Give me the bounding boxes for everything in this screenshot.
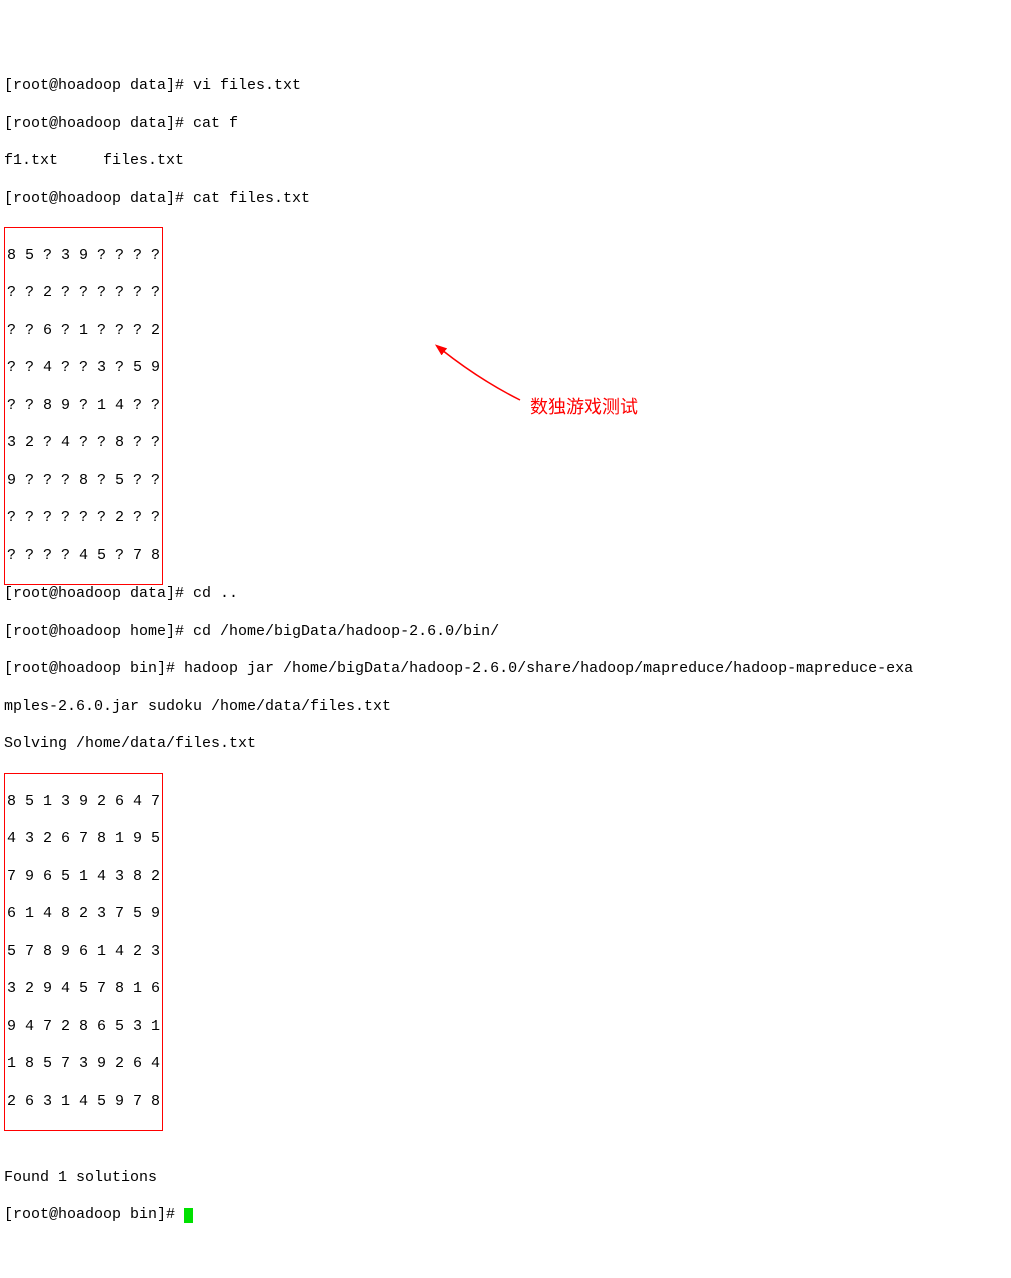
solution-row: 6 1 4 8 2 3 7 5 9	[5, 905, 162, 924]
shell-prompt: [root@hoadoop bin]#	[4, 660, 184, 677]
command-text: cat files.txt	[193, 190, 310, 207]
terminal-line: [root@hoadoop bin]#	[4, 1206, 1007, 1225]
terminal-line: [root@hoadoop data]# cat files.txt	[4, 190, 1007, 209]
command-text: cat f	[193, 115, 238, 132]
solution-row: 8 5 1 3 9 2 6 4 7	[5, 793, 162, 812]
shell-prompt: [root@hoadoop data]#	[4, 190, 193, 207]
shell-prompt: [root@hoadoop home]#	[4, 623, 193, 640]
puzzle-row: ? ? 2 ? ? ? ? ? ?	[5, 284, 162, 303]
solution-grid: 8 5 1 3 9 2 6 4 7 4 3 2 6 7 8 1 9 5 7 9 …	[4, 773, 163, 1131]
solution-row: 5 7 8 9 6 1 4 2 3	[5, 943, 162, 962]
annotation-label: 数独游戏测试	[530, 396, 638, 419]
output-line: Solving /home/data/files.txt	[4, 735, 1007, 754]
terminal-line: [root@hoadoop data]# vi files.txt	[4, 77, 1007, 96]
puzzle-row: ? ? 6 ? 1 ? ? ? 2	[5, 322, 162, 341]
cursor-block[interactable]	[184, 1208, 193, 1223]
command-text: cd ..	[193, 585, 238, 602]
puzzle-row: 8 5 ? 3 9 ? ? ? ?	[5, 247, 162, 266]
command-text: cd /home/bigData/hadoop-2.6.0/bin/	[193, 623, 499, 640]
annotation-arrow	[430, 340, 530, 410]
shell-prompt: [root@hoadoop data]#	[4, 585, 193, 602]
shell-prompt: [root@hoadoop data]#	[4, 77, 193, 94]
puzzle-row: 9 ? ? ? 8 ? 5 ? ?	[5, 472, 162, 491]
terminal-line: [root@hoadoop data]# cd ..	[4, 585, 1007, 604]
terminal-line: [root@hoadoop data]# cat f	[4, 115, 1007, 134]
solution-row: 4 3 2 6 7 8 1 9 5	[5, 830, 162, 849]
solution-row: 2 6 3 1 4 5 9 7 8	[5, 1093, 162, 1112]
terminal-line-wrap: mples-2.6.0.jar sudoku /home/data/files.…	[4, 698, 1007, 717]
puzzle-row: ? ? 8 9 ? 1 4 ? ?	[5, 397, 162, 416]
puzzle-row: ? ? ? ? 4 5 ? 7 8	[5, 547, 162, 566]
solution-row: 9 4 7 2 8 6 5 3 1	[5, 1018, 162, 1037]
solution-row: 3 2 9 4 5 7 8 1 6	[5, 980, 162, 999]
shell-prompt: [root@hoadoop bin]#	[4, 1206, 184, 1223]
puzzle-row: 3 2 ? 4 ? ? 8 ? ?	[5, 434, 162, 453]
command-text: vi files.txt	[193, 77, 301, 94]
puzzle-grid: 8 5 ? 3 9 ? ? ? ? ? ? 2 ? ? ? ? ? ? ? ? …	[4, 227, 163, 585]
output-line: f1.txt files.txt	[4, 152, 1007, 171]
solution-row: 7 9 6 5 1 4 3 8 2	[5, 868, 162, 887]
puzzle-row: ? ? 4 ? ? 3 ? 5 9	[5, 359, 162, 378]
shell-prompt: [root@hoadoop data]#	[4, 115, 193, 132]
terminal-line: [root@hoadoop bin]# hadoop jar /home/big…	[4, 660, 1007, 679]
command-text: hadoop jar /home/bigData/hadoop-2.6.0/sh…	[184, 660, 913, 677]
solution-row: 1 8 5 7 3 9 2 6 4	[5, 1055, 162, 1074]
output-line: Found 1 solutions	[4, 1169, 1007, 1188]
blank-line	[4, 1131, 1007, 1150]
puzzle-row: ? ? ? ? ? ? 2 ? ?	[5, 509, 162, 528]
